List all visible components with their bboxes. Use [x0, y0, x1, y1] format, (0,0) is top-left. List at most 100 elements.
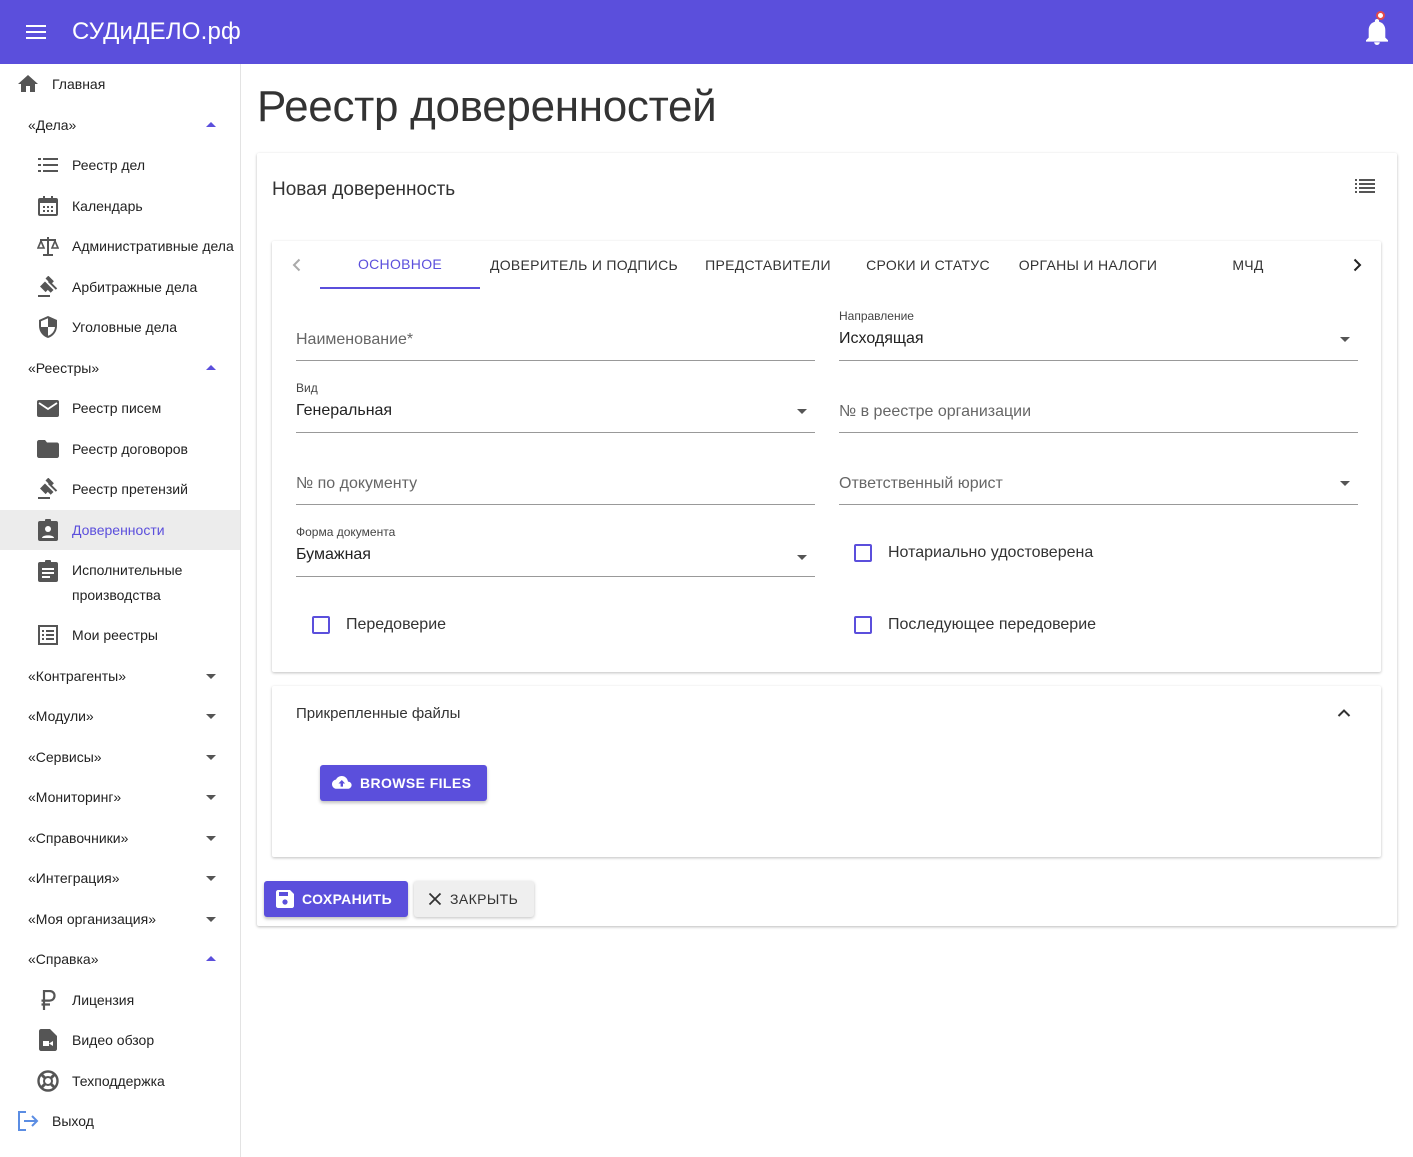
app-bar: СУДиДЕЛО.рф: [0, 0, 1413, 64]
sidebar-item-case-registry[interactable]: Реестр дел: [0, 145, 240, 185]
caret-up-icon: [206, 956, 216, 961]
sidebar-item-label: Реестр претензий: [72, 481, 188, 497]
sidebar-item-admin-cases[interactable]: Административные дела: [0, 226, 240, 266]
checkbox-box[interactable]: [854, 616, 872, 634]
tab-authorities-taxes[interactable]: Органы и налоги: [1008, 241, 1168, 289]
calendar-icon: [37, 195, 59, 217]
sidebar-item-support[interactable]: Техподдержка: [0, 1061, 240, 1101]
sidebar-section-counterparties[interactable]: «Контрагенты»: [0, 656, 240, 696]
app-title[interactable]: СУДиДЕЛО.рф: [72, 18, 241, 46]
chevron-right-icon[interactable]: [1347, 255, 1367, 275]
name-field[interactable]: Наименование*: [296, 313, 815, 361]
sidebar-item-calendar[interactable]: Календарь: [0, 186, 240, 226]
section-label: «Контрагенты»: [28, 668, 127, 684]
assignment-icon: [37, 560, 59, 582]
caret-down-icon: [206, 795, 216, 800]
chevron-up-icon[interactable]: [1335, 704, 1353, 722]
sidebar-item-logout[interactable]: Выход: [0, 1101, 240, 1141]
sidebar-item-claims-registry[interactable]: Реестр претензий: [0, 469, 240, 509]
tab-principal-signature[interactable]: Доверитель и подпись: [480, 241, 688, 289]
responsible-lawyer-placeholder: Ответственный юрист: [839, 475, 1003, 492]
tab-mchd[interactable]: МЧД: [1168, 241, 1328, 289]
checkbox-box[interactable]: [312, 616, 330, 634]
section-label: «Дела»: [28, 117, 77, 133]
save-label: Сохранить: [302, 891, 393, 907]
tab-representatives[interactable]: Представители: [688, 241, 848, 289]
direction-select[interactable]: Направление Исходящая: [839, 309, 1358, 361]
sidebar-item-video-overview[interactable]: Видео обзор: [0, 1020, 240, 1060]
sidebar-item-label: Арбитражные дела: [72, 279, 198, 295]
section-label: «Модули»: [28, 708, 94, 724]
caret-up-icon: [206, 365, 216, 370]
list-alt-icon: [37, 624, 59, 646]
browse-files-label: Browse files: [360, 775, 472, 791]
org-registry-number-field[interactable]: № в реестре организации: [839, 385, 1358, 433]
attached-files-title[interactable]: Прикрепленные файлы: [296, 705, 460, 722]
sidebar-item-label: Техподдержка: [72, 1073, 165, 1089]
section-label: «Сервисы»: [28, 749, 102, 765]
sidebar-item-label: Видео обзор: [72, 1032, 155, 1048]
sidebar-section-directories[interactable]: «Справочники»: [0, 818, 240, 858]
close-button[interactable]: Закрыть: [414, 881, 535, 917]
document-form-label: Форма документа: [296, 525, 396, 539]
sidebar-section-registers[interactable]: «Реестры»: [0, 348, 240, 388]
attached-files-panel: Прикрепленные файлы Browse files: [272, 686, 1381, 857]
sidebar-item-license[interactable]: Лицензия: [0, 980, 240, 1020]
section-label: «Интеграция»: [28, 870, 120, 886]
shield-icon: [37, 316, 59, 338]
section-label: «Мониторинг»: [28, 789, 122, 805]
sidebar-item-enforcement[interactable]: Исполнительные производства: [0, 551, 240, 617]
sidebar: Главная «Дела» Реестр дел Календарь Адми…: [0, 64, 241, 1157]
direction-value: Исходящая: [839, 330, 924, 347]
page-title: Реестр доверенностей: [257, 82, 717, 131]
sidebar-item-label: Реестр дел: [72, 157, 146, 173]
list-icon: [37, 154, 59, 176]
browse-files-button[interactable]: Browse files: [320, 765, 488, 801]
document-number-field[interactable]: № по документу: [296, 457, 815, 505]
dropdown-arrow-icon: [797, 555, 807, 560]
sidebar-item-label: Административные дела: [72, 238, 234, 254]
dropdown-arrow-icon: [797, 409, 807, 414]
sidebar-item-home[interactable]: Главная: [0, 64, 240, 104]
card-title: Новая доверенность: [272, 179, 456, 200]
sidebar-item-label: Исполнительные: [72, 562, 183, 578]
subsequent-redelegation-checkbox[interactable]: Последующее передоверие: [854, 616, 1096, 634]
checkbox-box[interactable]: [854, 544, 872, 562]
sidebar-section-my-organization[interactable]: «Моя организация»: [0, 899, 240, 939]
sidebar-section-modules[interactable]: «Модули»: [0, 696, 240, 736]
caret-down-icon: [206, 876, 216, 881]
sidebar-section-help[interactable]: «Справка»: [0, 939, 240, 979]
video-file-icon: [37, 1029, 59, 1051]
sidebar-item-arbitration-cases[interactable]: Арбитражные дела: [0, 267, 240, 307]
chevron-left-icon[interactable]: [287, 255, 307, 275]
sidebar-item-letters-registry[interactable]: Реестр писем: [0, 388, 240, 428]
caret-down-icon: [206, 917, 216, 922]
kind-select[interactable]: Вид Генеральная: [296, 381, 815, 433]
sidebar-section-cases[interactable]: «Дела»: [0, 105, 240, 145]
sidebar-section-integration[interactable]: «Интеграция»: [0, 858, 240, 898]
menu-button[interactable]: [0, 0, 72, 64]
document-form-value: Бумажная: [296, 546, 371, 563]
list-view-icon[interactable]: [1355, 179, 1375, 193]
save-button[interactable]: Сохранить: [264, 881, 409, 917]
sidebar-item-label: Реестр договоров: [72, 441, 188, 457]
sidebar-section-services[interactable]: «Сервисы»: [0, 737, 240, 777]
notarized-checkbox[interactable]: Нотариально удостоверена: [854, 544, 1093, 562]
notification-badge: [1376, 11, 1385, 20]
sidebar-item-criminal-cases[interactable]: Уголовные дела: [0, 307, 240, 347]
sidebar-item-power-of-attorney[interactable]: Доверенности: [0, 510, 240, 550]
document-form-select[interactable]: Форма документа Бумажная: [296, 525, 815, 577]
tab-main[interactable]: Основное: [320, 241, 480, 289]
section-label: «Справка»: [28, 951, 99, 967]
sidebar-item-contracts-registry[interactable]: Реестр договоров: [0, 429, 240, 469]
sidebar-section-monitoring[interactable]: «Мониторинг»: [0, 777, 240, 817]
section-label: «Моя организация»: [28, 911, 156, 927]
gavel-icon: [37, 276, 59, 298]
tab-terms-status[interactable]: Сроки и статус: [848, 241, 1008, 289]
sidebar-item-my-registers[interactable]: Мои реестры: [0, 615, 240, 655]
mail-icon: [37, 397, 59, 419]
kind-value: Генеральная: [296, 402, 393, 419]
notifications-bell-icon[interactable]: [1365, 18, 1389, 46]
responsible-lawyer-select[interactable]: Ответственный юрист: [839, 457, 1358, 505]
redelegation-checkbox[interactable]: Передоверие: [312, 616, 446, 634]
